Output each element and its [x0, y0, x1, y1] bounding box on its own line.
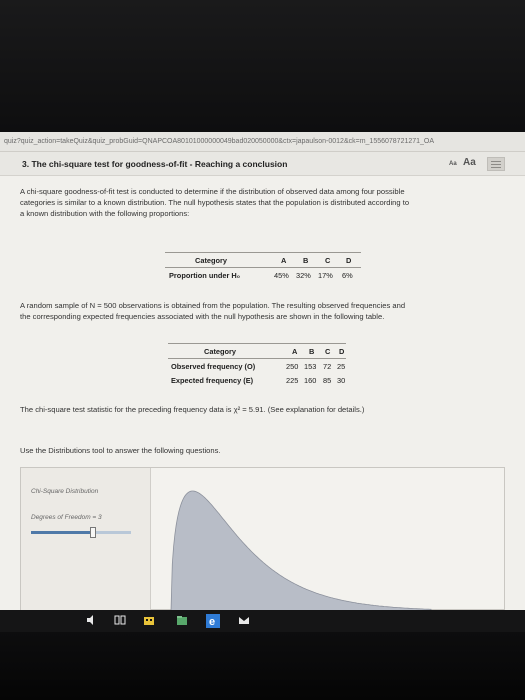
category-header: Category — [195, 256, 228, 265]
observed-d: 25 — [337, 362, 346, 371]
task-view-icon[interactable] — [113, 614, 127, 628]
category-b: B — [303, 256, 309, 265]
observed-b: 153 — [304, 362, 317, 371]
proportion-table: Category A B C D Proportion under H₀ 45%… — [165, 252, 361, 282]
expected-a: 225 — [286, 376, 299, 385]
category-a: A — [281, 256, 287, 265]
distributions-tool[interactable]: Chi-Square Distribution Degrees of Freed… — [20, 467, 505, 610]
expected-label: Expected frequency (E) — [171, 376, 254, 385]
instruction-text: Use the Distributions tool to answer the… — [20, 446, 221, 455]
dof-slider-fill — [31, 531, 93, 534]
svg-text:e: e — [209, 616, 215, 628]
proportion-b: 32% — [296, 271, 311, 280]
expected-b: 160 — [304, 376, 317, 385]
dof-slider-handle[interactable] — [90, 527, 96, 538]
expected-row: Expected frequency (E) 225 160 85 30 — [168, 373, 346, 387]
category-d: D — [339, 347, 345, 356]
tool-controls: Chi-Square Distribution Degrees of Freed… — [21, 468, 151, 610]
menu-grip-icon[interactable] — [487, 157, 505, 171]
mail-icon[interactable] — [237, 614, 251, 628]
file-explorer-icon[interactable] — [175, 614, 189, 628]
category-header: Category — [204, 347, 237, 356]
proportion-a: 45% — [274, 271, 289, 280]
monitor-bezel-bottom — [0, 632, 525, 700]
category-d: D — [346, 256, 352, 265]
sample-line: A random sample of N = 500 observations … — [20, 301, 406, 310]
expected-d: 30 — [337, 376, 346, 385]
taskbar: e — [0, 610, 525, 632]
observed-a: 250 — [286, 362, 299, 371]
frequency-header-row: Category A B C D — [168, 344, 346, 358]
frequency-table: Category A B C D Observed frequency (O) … — [168, 343, 346, 389]
sample-line: the corresponding expected frequencies a… — [20, 312, 385, 321]
dof-slider[interactable] — [31, 531, 131, 534]
test-statistic-text: The chi-square test statistic for the pr… — [20, 405, 365, 414]
observed-c: 72 — [323, 362, 332, 371]
category-b: B — [309, 347, 315, 356]
question-header: 3. The chi-square test for goodness-of-f… — [0, 152, 525, 176]
category-c: C — [325, 347, 331, 356]
text-size-increase-button[interactable]: Aa — [463, 157, 476, 168]
address-bar[interactable]: quiz?quiz_action=takeQuiz&quiz_probGuid=… — [0, 132, 525, 152]
observed-label: Observed frequency (O) — [171, 362, 256, 371]
expected-c: 85 — [323, 376, 332, 385]
edge-icon[interactable]: e — [205, 614, 221, 628]
chi-square-density-curve — [170, 490, 432, 610]
intro-line: a known distribution with the following … — [20, 209, 190, 218]
question-title: 3. The chi-square test for goodness-of-f… — [22, 159, 288, 169]
observed-row: Observed frequency (O) 250 153 72 25 — [168, 359, 346, 373]
monitor-bezel-top — [0, 0, 525, 132]
dof-label: Degrees of Freedom = 3 — [31, 514, 102, 521]
proportion-header-row: Category A B C D — [165, 253, 361, 267]
intro-line: categories is similar to a known distrib… — [20, 198, 410, 207]
proportion-row-label: Proportion under H₀ — [169, 271, 241, 280]
category-a: A — [292, 347, 298, 356]
chi-square-plot[interactable] — [151, 468, 506, 610]
proportion-c: 17% — [318, 271, 333, 280]
speaker-icon[interactable] — [84, 614, 98, 628]
category-c: C — [325, 256, 331, 265]
proportion-d: 6% — [342, 271, 353, 280]
store-icon[interactable] — [142, 614, 156, 628]
proportion-row: Proportion under H₀ 45% 32% 17% 6% — [165, 268, 361, 282]
tool-title: Chi-Square Distribution — [31, 488, 99, 495]
intro-line: A chi-square goodness-of-fit test is con… — [20, 187, 405, 196]
text-size-decrease-button[interactable]: Aa — [449, 161, 457, 167]
browser-screen: quiz?quiz_action=takeQuiz&quiz_probGuid=… — [0, 132, 525, 610]
